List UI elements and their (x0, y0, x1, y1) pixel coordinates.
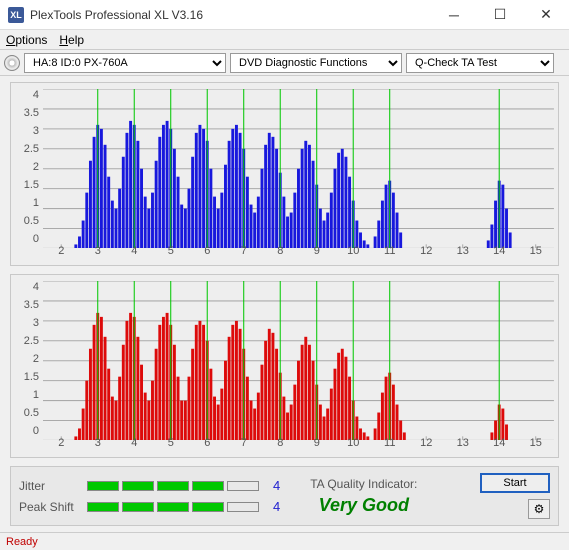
chart-top: 43.532.521.510.50 23456789101112131415 (10, 82, 559, 266)
peakshift-label: Peak Shift (19, 500, 79, 514)
drive-select[interactable]: HA:8 ID:0 PX-760A (24, 53, 226, 73)
quality-value: Very Good (310, 495, 417, 516)
peakshift-value: 4 (273, 499, 280, 514)
quality-label: TA Quality Indicator: (310, 477, 417, 491)
plot-top (43, 89, 554, 248)
indicator-panel: Jitter 4 Peak Shift 4 TA Quality Indicat… (10, 466, 559, 526)
start-button[interactable]: Start (480, 473, 550, 493)
gear-icon: ⚙ (534, 502, 545, 516)
toolbar: HA:8 ID:0 PX-760A DVD Diagnostic Functio… (0, 50, 569, 76)
jitter-label: Jitter (19, 479, 79, 493)
menu-options[interactable]: Options (6, 33, 47, 47)
yaxis-bottom: 43.532.521.510.50 (15, 281, 43, 453)
xaxis-top: 23456789101112131415 (43, 245, 554, 261)
menu-help[interactable]: Help (59, 33, 84, 47)
peakshift-bars (87, 502, 259, 512)
main-area: 43.532.521.510.50 23456789101112131415 4… (0, 76, 569, 532)
jitter-value: 4 (273, 478, 280, 493)
plot-bottom (43, 281, 554, 440)
menubar: Options Help (0, 30, 569, 50)
settings-button[interactable]: ⚙ (528, 499, 550, 519)
titlebar: XL PlexTools Professional XL V3.16 ─ ☐ ✕ (0, 0, 569, 30)
xaxis-bottom: 23456789101112131415 (43, 437, 554, 453)
mode-select[interactable]: DVD Diagnostic Functions (230, 53, 402, 73)
window-title: PlexTools Professional XL V3.16 (30, 8, 431, 22)
close-button[interactable]: ✕ (523, 0, 569, 30)
status-text: Ready (6, 536, 38, 548)
jitter-bars (87, 481, 259, 491)
test-select[interactable]: Q-Check TA Test (406, 53, 554, 73)
app-icon: XL (8, 7, 24, 23)
disc-icon (4, 55, 20, 71)
maximize-button[interactable]: ☐ (477, 0, 523, 30)
yaxis-top: 43.532.521.510.50 (15, 89, 43, 261)
jitter-row: Jitter 4 (19, 478, 280, 493)
chart-bottom: 43.532.521.510.50 23456789101112131415 (10, 274, 559, 458)
peakshift-row: Peak Shift 4 (19, 499, 280, 514)
minimize-button[interactable]: ─ (431, 0, 477, 30)
statusbar: Ready (0, 532, 569, 550)
